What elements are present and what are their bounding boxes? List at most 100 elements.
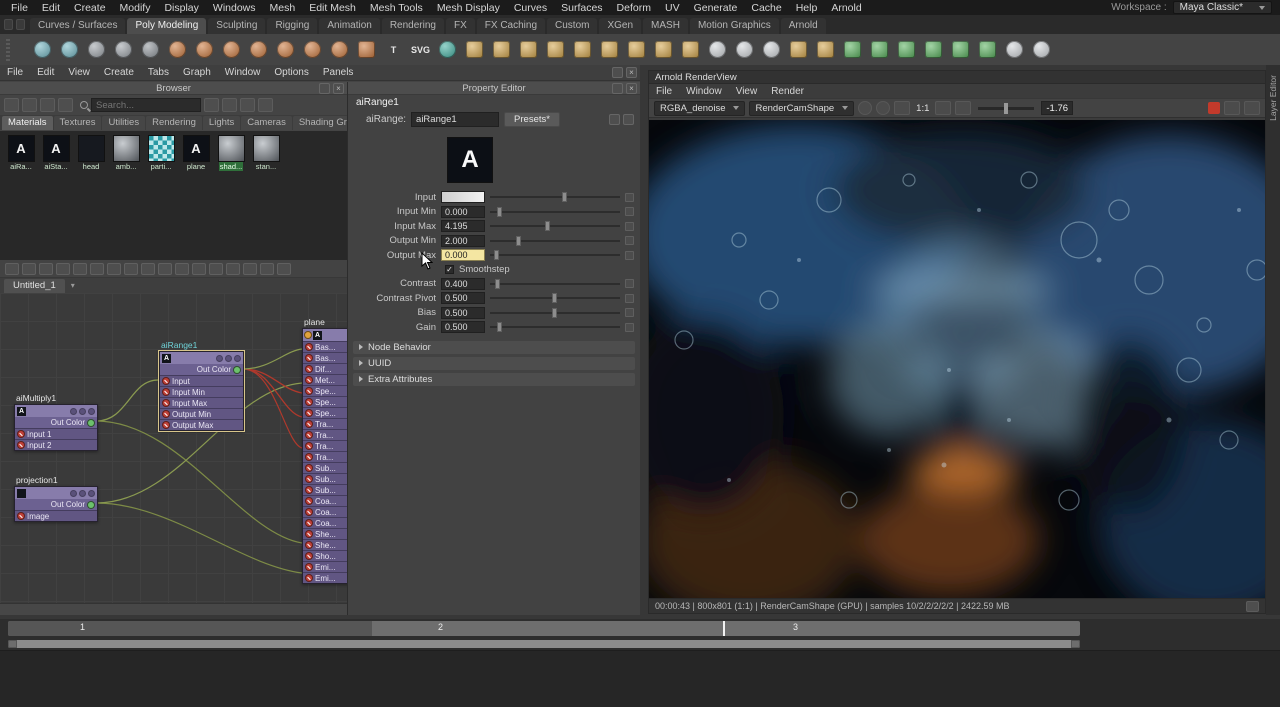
input-port[interactable] <box>306 542 312 548</box>
attr-value-field[interactable] <box>441 292 485 304</box>
forward-icon[interactable] <box>22 98 37 112</box>
browser-tab[interactable]: Rendering <box>146 116 202 130</box>
node-input-row[interactable]: Bas... <box>303 352 347 363</box>
node-input-row[interactable]: Input 2 <box>15 439 97 450</box>
mash-world-icon[interactable] <box>867 37 892 62</box>
attr-slider[interactable] <box>490 278 620 290</box>
show-hide-icon[interactable] <box>609 114 620 125</box>
smoothstep-checkbox[interactable]: ✓ <box>445 265 454 274</box>
output-port[interactable] <box>234 367 240 373</box>
mash-network-icon[interactable] <box>840 37 865 62</box>
pin-nodes-icon[interactable] <box>277 263 291 275</box>
main-menu-item[interactable]: Help <box>789 1 825 15</box>
browser-tab[interactable]: Cameras <box>241 116 292 130</box>
node-header[interactable]: A <box>160 352 243 364</box>
input-port[interactable] <box>306 399 312 405</box>
node-projection1[interactable]: projection1 Out Co <box>14 486 98 522</box>
combine-icon[interactable] <box>543 37 568 62</box>
material-swatch[interactable]: plane <box>181 136 211 171</box>
input-port[interactable] <box>306 421 312 427</box>
text-tool-icon[interactable]: T <box>381 37 406 62</box>
poly-plane-icon[interactable] <box>300 37 325 62</box>
shelf-tab[interactable]: Rigging <box>267 18 317 34</box>
curve-ep-icon[interactable] <box>57 37 82 62</box>
pencil-curve-icon[interactable] <box>111 37 136 62</box>
input-port[interactable] <box>163 400 169 406</box>
exposure-value[interactable]: -1.76 <box>1041 101 1073 115</box>
mirror-icon[interactable] <box>786 37 811 62</box>
mash-repro-icon[interactable] <box>921 37 946 62</box>
node-close-icon[interactable] <box>70 408 77 415</box>
node-input-row[interactable]: Dif... <box>303 363 347 374</box>
renderview-menu-item[interactable]: View <box>729 86 765 97</box>
attr-slider[interactable] <box>490 235 620 247</box>
main-menu-item[interactable]: File <box>4 1 35 15</box>
graph-upstream-icon[interactable] <box>22 263 36 275</box>
attr-value-field[interactable] <box>441 220 485 232</box>
grid-toggle-icon[interactable] <box>243 263 257 275</box>
material-swatch[interactable]: amb... <box>111 136 141 171</box>
mash-color-icon[interactable] <box>975 37 1000 62</box>
material-swatch[interactable]: aiRa... <box>6 136 36 171</box>
extract-icon[interactable] <box>597 37 622 62</box>
presets-button[interactable]: Presets* <box>504 112 560 127</box>
settings-gear-icon[interactable] <box>955 101 971 115</box>
float-window-icon[interactable] <box>612 67 623 78</box>
input-port[interactable] <box>18 442 24 448</box>
input-port[interactable] <box>306 520 312 526</box>
node-input-row[interactable]: Coa... <box>303 495 347 506</box>
renderview-menu-item[interactable]: Window <box>679 86 729 97</box>
browser-tab[interactable]: Materials <box>2 116 53 130</box>
hypershade-menu-item[interactable]: File <box>0 67 30 78</box>
node-input-row[interactable]: She... <box>303 539 347 550</box>
node-input-row[interactable]: Tra... <box>303 429 347 440</box>
input-port[interactable] <box>18 431 24 437</box>
poly-disc-icon[interactable] <box>327 37 352 62</box>
add-selected-icon[interactable] <box>73 263 87 275</box>
material-swatch[interactable]: stan... <box>251 136 281 171</box>
align-center-icon[interactable] <box>158 263 172 275</box>
browser-tab[interactable]: Utilities <box>102 116 145 130</box>
node-input-row[interactable]: She... <box>303 528 347 539</box>
main-menu-item[interactable]: Windows <box>206 1 263 15</box>
attr-ramp-field[interactable] <box>441 191 485 203</box>
svg-tool-icon[interactable]: SVG <box>408 37 433 62</box>
distribute-nodes-icon[interactable] <box>192 263 206 275</box>
attr-options-icon[interactable] <box>625 193 634 202</box>
attr-options-icon[interactable] <box>625 323 634 332</box>
attr-slider[interactable] <box>490 191 620 203</box>
separate-icon[interactable] <box>570 37 595 62</box>
node-expand-icon[interactable] <box>79 408 86 415</box>
close-icon[interactable]: × <box>626 67 637 78</box>
poly-torus-icon[interactable] <box>273 37 298 62</box>
back-icon[interactable] <box>4 98 19 112</box>
mash-curve-icon[interactable] <box>948 37 973 62</box>
input-port[interactable] <box>306 432 312 438</box>
main-menu-item[interactable]: Modify <box>113 1 158 15</box>
node-input-row[interactable]: Spe... <box>303 396 347 407</box>
attr-value-field[interactable] <box>441 307 485 319</box>
browser-tab[interactable]: Shading Gr <box>293 116 347 130</box>
attr-slider[interactable] <box>490 220 620 232</box>
node-input-row[interactable]: Sub... <box>303 484 347 495</box>
node-input-row[interactable]: Tra... <box>303 451 347 462</box>
hypershade-menu-item[interactable]: Graph <box>176 67 218 78</box>
shelf-tab[interactable]: FX Caching <box>477 18 545 34</box>
aov-dropdown[interactable]: RGBA_denoise <box>654 101 745 116</box>
poly-cylinder-icon[interactable] <box>219 37 244 62</box>
shelf-tab[interactable]: MASH <box>643 18 688 34</box>
bezier-curve-icon[interactable] <box>84 37 109 62</box>
input-port[interactable] <box>306 388 312 394</box>
main-menu-item[interactable]: Mesh Tools <box>363 1 430 15</box>
node-input-row[interactable]: Coa... <box>303 517 347 528</box>
material-swatch[interactable]: aiSta... <box>41 136 71 171</box>
range-slider-bar[interactable] <box>8 640 1080 648</box>
boolean-difference-icon[interactable] <box>489 37 514 62</box>
shelf-tab[interactable]: Poly Modeling <box>127 18 206 34</box>
shelf-tab[interactable]: XGen <box>599 18 641 34</box>
close-icon[interactable]: × <box>333 83 344 94</box>
snap-to-grid-icon[interactable] <box>260 263 274 275</box>
debug-shading-icon[interactable] <box>894 101 910 115</box>
list-view-icon[interactable] <box>258 98 273 112</box>
main-menu-item[interactable]: Surfaces <box>554 1 609 15</box>
